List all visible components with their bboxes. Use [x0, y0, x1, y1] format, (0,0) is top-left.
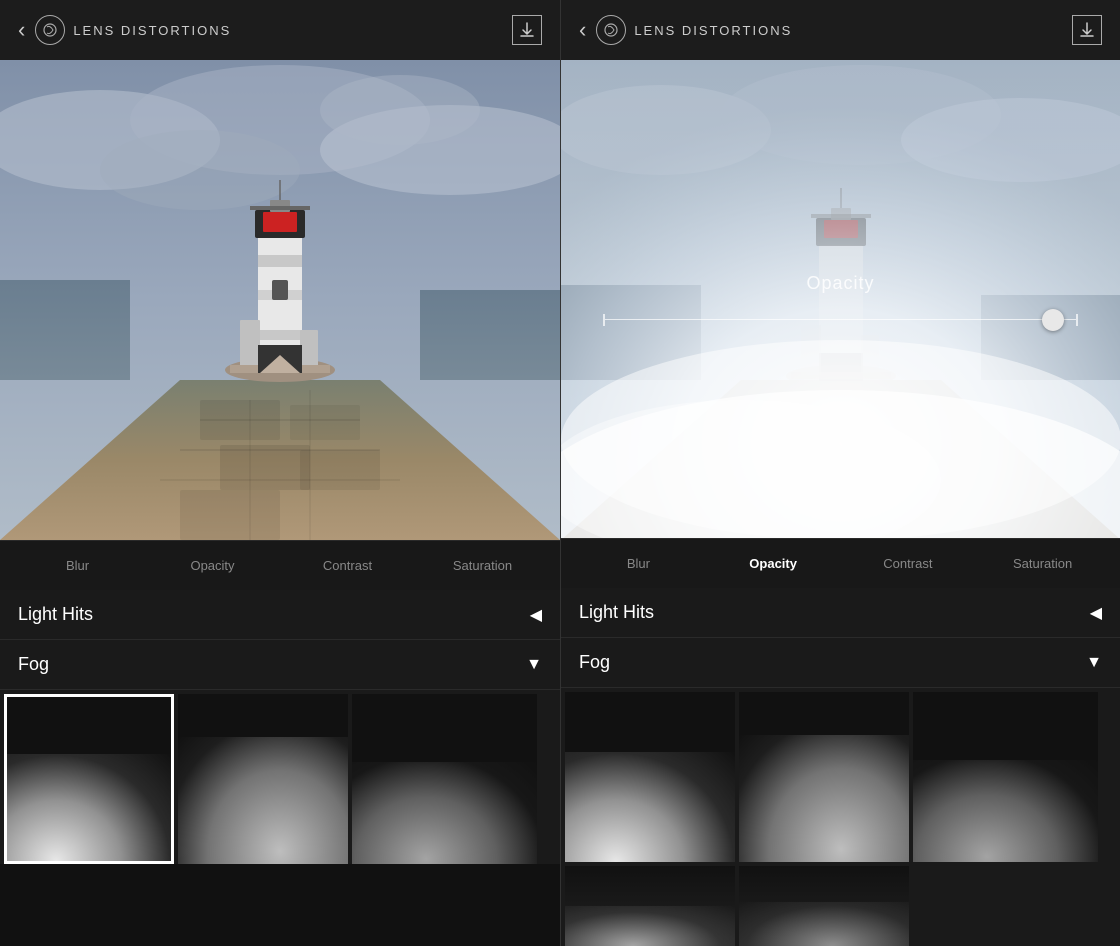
left-lighthouse-image — [0, 60, 560, 540]
left-fog-cloud-1 — [7, 754, 171, 861]
right-panel: ‹ LENS DISTORTIONS — [560, 0, 1120, 946]
left-thumb-2[interactable] — [178, 694, 348, 864]
left-thumb-3[interactable] — [352, 694, 537, 864]
right-back-button[interactable]: ‹ — [579, 19, 586, 41]
right-thumb-1[interactable] — [565, 692, 735, 862]
left-light-hits-title: Light Hits — [18, 604, 93, 625]
right-logo: LENS DISTORTIONS — [596, 15, 792, 45]
left-light-hits-arrow: ◀ — [530, 605, 542, 625]
right-contrast-control[interactable]: Contrast — [841, 551, 976, 576]
right-thumbnails-row-2 — [561, 862, 1120, 946]
left-fog-row[interactable]: Fog ▼ — [0, 640, 560, 690]
left-logo-text: LENS DISTORTIONS — [73, 23, 231, 38]
left-image-area — [0, 60, 560, 540]
left-thumbnails-row — [0, 690, 560, 864]
right-fog-row[interactable]: Fog ▼ — [561, 638, 1120, 688]
left-header: ‹ LENS DISTORTIONS — [0, 0, 560, 60]
left-contrast-control[interactable]: Contrast — [280, 553, 415, 578]
left-saturation-control[interactable]: Saturation — [415, 553, 550, 578]
right-header: ‹ LENS DISTORTIONS — [561, 0, 1120, 60]
left-fog-thumb-1 — [7, 697, 171, 861]
right-opacity-control[interactable]: Opacity — [706, 551, 841, 576]
right-fog-thumb-2 — [739, 692, 909, 862]
right-fog-thumb-1 — [565, 692, 735, 862]
right-opacity-slider[interactable] — [605, 319, 1076, 321]
left-fog-thumb-3 — [352, 694, 537, 864]
left-fog-arrow: ▼ — [526, 656, 542, 674]
left-download-button[interactable] — [512, 15, 542, 45]
left-fog-cloud-2 — [178, 737, 348, 865]
right-image-area: Opacity — [561, 60, 1120, 538]
right-light-hits-arrow: ◀ — [1090, 603, 1102, 623]
right-header-left: ‹ LENS DISTORTIONS — [579, 15, 792, 45]
right-fog-arrow: ▼ — [1086, 654, 1102, 672]
left-light-hits-row[interactable]: Light Hits ◀ — [0, 590, 560, 640]
right-blur-control[interactable]: Blur — [571, 551, 706, 576]
right-download-button[interactable] — [1072, 15, 1102, 45]
right-mini-thumb-1[interactable] — [565, 866, 735, 946]
right-fog-cloud-2 — [739, 735, 909, 863]
right-controls-bar: Blur Opacity Contrast Saturation — [561, 538, 1120, 588]
right-fog-cloud-1 — [565, 752, 735, 863]
left-blur-control[interactable]: Blur — [10, 553, 145, 578]
right-opacity-overlay: Opacity — [561, 60, 1120, 538]
left-logo-icon — [35, 15, 65, 45]
right-light-hits-row[interactable]: Light Hits ◀ — [561, 588, 1120, 638]
right-bottom-panel: Light Hits ◀ Fog ▼ — [561, 588, 1120, 946]
right-thumb-2[interactable] — [739, 692, 909, 862]
right-opacity-label: Opacity — [806, 273, 874, 294]
left-bottom-panel: Light Hits ◀ Fog ▼ — [0, 590, 560, 864]
right-slider-container[interactable] — [603, 314, 1078, 326]
right-thumbnails-row — [561, 688, 1120, 862]
left-thumb-1[interactable] — [4, 694, 174, 864]
right-saturation-control[interactable]: Saturation — [975, 551, 1110, 576]
right-light-hits-title: Light Hits — [579, 602, 654, 623]
right-logo-text: LENS DISTORTIONS — [634, 23, 792, 38]
right-logo-icon — [596, 15, 626, 45]
left-fog-title: Fog — [18, 654, 49, 675]
left-opacity-control[interactable]: Opacity — [145, 553, 280, 578]
right-fog-cloud-3 — [913, 760, 1098, 862]
left-header-left: ‹ LENS DISTORTIONS — [18, 15, 231, 45]
right-fog-thumb-3 — [913, 692, 1098, 862]
right-thumb-3[interactable] — [913, 692, 1098, 862]
left-fog-thumb-2 — [178, 694, 348, 864]
right-slider-tick-right — [1076, 314, 1078, 326]
left-fog-cloud-3 — [352, 762, 537, 864]
right-mini-thumb-2[interactable] — [739, 866, 909, 946]
right-fog-title: Fog — [579, 652, 610, 673]
left-controls-bar: Blur Opacity Contrast Saturation — [0, 540, 560, 590]
left-panel: ‹ LENS DISTORTIONS — [0, 0, 560, 946]
left-logo: LENS DISTORTIONS — [35, 15, 231, 45]
left-back-button[interactable]: ‹ — [18, 19, 25, 41]
right-slider-thumb[interactable] — [1042, 309, 1064, 331]
